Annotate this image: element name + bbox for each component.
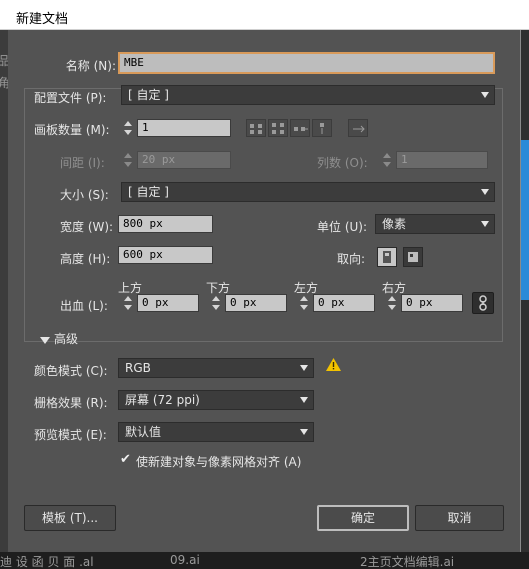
background-left-edge: 品 角	[0, 30, 10, 552]
color-mode-value: RGB	[125, 361, 151, 375]
cancel-button[interactable]: 取消	[415, 505, 504, 531]
align-pixel-label: 使新建对象与像素网格对齐 (A)	[136, 455, 302, 469]
triangle-down-icon	[40, 337, 50, 344]
columns-label: 列数 (O):	[317, 156, 368, 170]
units-select[interactable]: 像素	[375, 214, 495, 234]
size-label: 大小 (S):	[60, 188, 109, 202]
color-mode-select[interactable]: RGB	[118, 358, 314, 378]
raster-effects-select[interactable]: 屏幕 (72 ppi)	[118, 390, 314, 410]
chevron-down-icon	[300, 397, 308, 403]
grid-by-row-icon[interactable]	[246, 119, 266, 137]
chevron-down-icon	[481, 189, 489, 195]
width-input[interactable]: 800 px	[118, 215, 213, 233]
preview-mode-label: 预览模式 (E):	[34, 428, 107, 442]
align-pixel-checkbox[interactable]: ✔	[120, 453, 132, 466]
artboards-input[interactable]: 1	[137, 119, 231, 137]
background-file-name: 09.ai	[170, 553, 200, 567]
bleed-label: 出血 (L):	[60, 299, 108, 313]
profile-value: [ 自定 ]	[128, 88, 169, 102]
profile-label: 配置文件 (P):	[34, 91, 107, 105]
background-file-strip: 迪 设 函 贝 面 .al 09.ai 2主页文档编辑.ai	[0, 552, 529, 569]
landscape-orientation-icon[interactable]	[403, 247, 423, 267]
grid-by-column-icon[interactable]	[268, 119, 288, 137]
spacing-stepper[interactable]	[121, 151, 135, 169]
size-select[interactable]: [ 自定 ]	[121, 182, 495, 202]
background-right-edge	[521, 30, 529, 552]
bleed-right-stepper[interactable]	[385, 294, 399, 312]
chevron-down-icon	[300, 429, 308, 435]
bleed-right-input[interactable]: 0 px	[401, 294, 463, 312]
chevron-down-icon	[481, 92, 489, 98]
units-label: 单位 (U):	[317, 220, 368, 234]
background-file-name: 迪 设 函 贝 面 .al	[0, 555, 94, 569]
title-bar: 新建文档	[0, 0, 529, 30]
name-input[interactable]: MBE	[118, 52, 495, 74]
artboards-label: 画板数量 (M):	[34, 123, 110, 137]
bleed-bottom-input[interactable]: 0 px	[225, 294, 287, 312]
layout-direction-icon[interactable]	[348, 119, 368, 137]
templates-button[interactable]: 模板 (T)...	[24, 505, 116, 531]
arrange-by-row-icon[interactable]	[290, 119, 310, 137]
preview-mode-value: 默认值	[125, 425, 162, 439]
ok-button[interactable]: 确定	[317, 505, 409, 531]
arrange-by-column-icon[interactable]	[312, 119, 332, 137]
bleed-left-input[interactable]: 0 px	[313, 294, 375, 312]
warning-icon	[326, 358, 341, 371]
name-label: 名称 (N):	[65, 59, 116, 73]
bleed-top-input[interactable]: 0 px	[137, 294, 199, 312]
height-label: 高度 (H):	[60, 252, 111, 266]
height-input[interactable]: 600 px	[118, 246, 213, 264]
orientation-label: 取向:	[337, 252, 366, 266]
raster-effects-label: 栅格效果 (R):	[34, 396, 108, 410]
color-mode-label: 颜色模式 (C):	[34, 364, 108, 378]
width-label: 宽度 (W):	[60, 220, 114, 234]
background-scroll-highlight	[521, 140, 529, 300]
background-file-name: 2主页文档编辑.ai	[360, 555, 455, 569]
spacing-label: 间距 (I):	[60, 156, 105, 170]
spacing-input[interactable]: 20 px	[137, 151, 231, 169]
columns-stepper[interactable]	[380, 151, 394, 169]
chevron-down-icon	[481, 221, 489, 227]
chevron-down-icon	[300, 365, 308, 371]
size-value: [ 自定 ]	[128, 185, 169, 199]
bleed-bottom-stepper[interactable]	[209, 294, 223, 312]
link-bleed-icon[interactable]	[472, 292, 494, 314]
profile-select[interactable]: [ 自定 ]	[121, 85, 495, 105]
raster-effects-value: 屏幕 (72 ppi)	[125, 393, 200, 407]
bleed-top-stepper[interactable]	[121, 294, 135, 312]
preview-mode-select[interactable]: 默认值	[118, 422, 314, 442]
advanced-label: 高级	[54, 332, 79, 346]
new-document-dialog: 名称 (N): MBE 配置文件 (P): [ 自定 ] 画板数量 (M): 1…	[8, 30, 521, 552]
portrait-orientation-icon[interactable]	[377, 247, 397, 267]
bleed-left-stepper[interactable]	[297, 294, 311, 312]
artboards-stepper[interactable]	[121, 119, 135, 137]
columns-input[interactable]: 1	[396, 151, 488, 169]
units-value: 像素	[382, 217, 407, 231]
window-title: 新建文档	[16, 12, 69, 27]
